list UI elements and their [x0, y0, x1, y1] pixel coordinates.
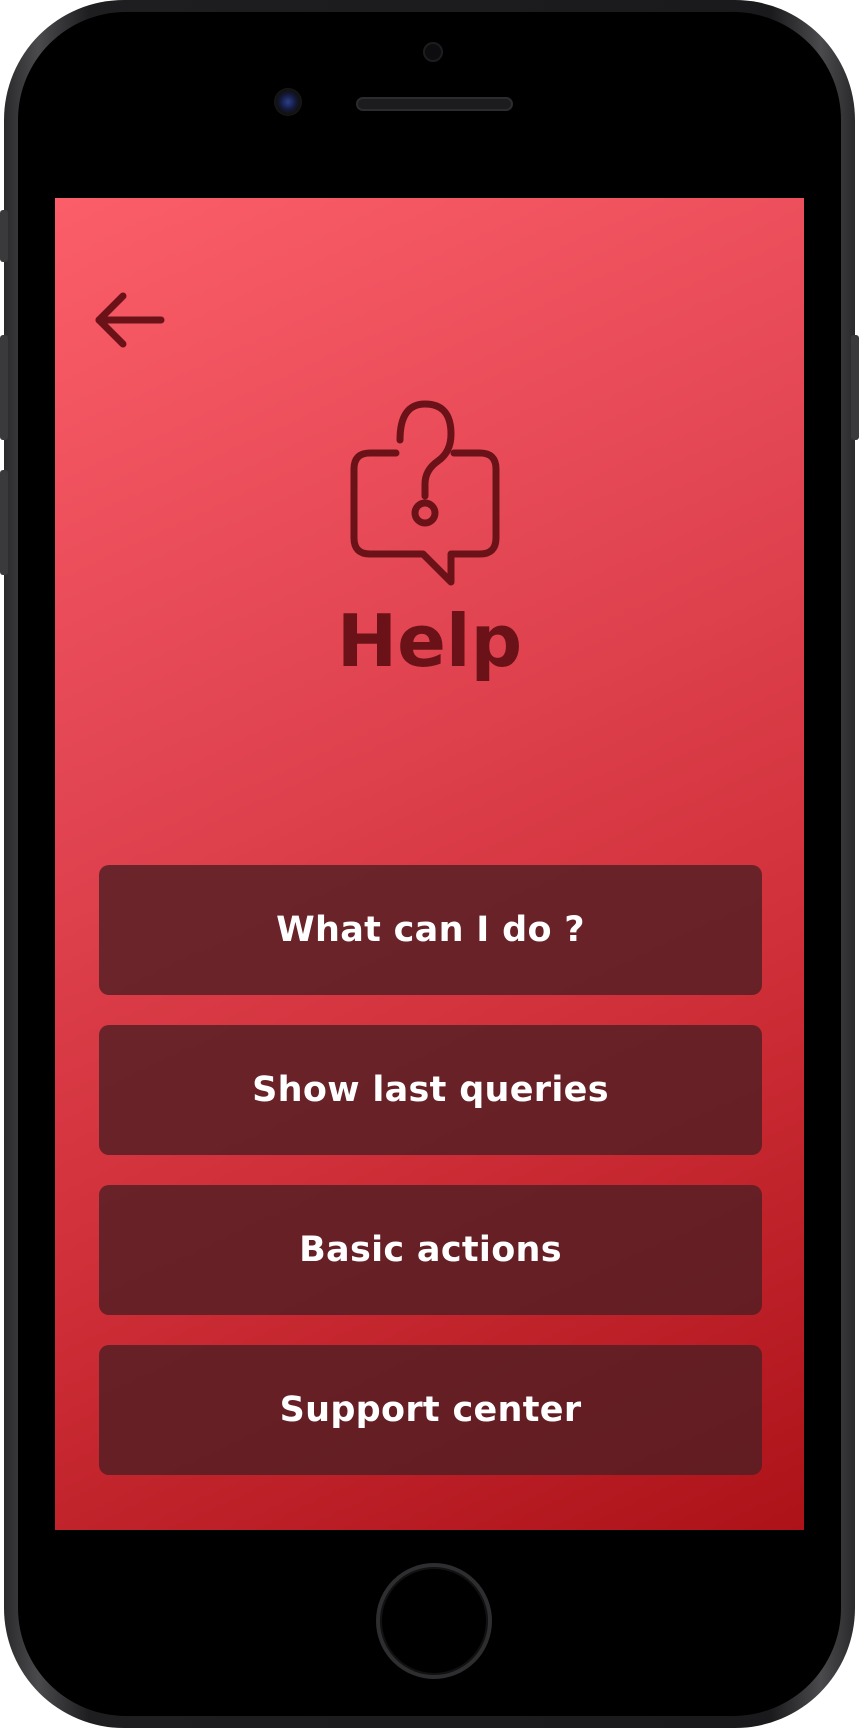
silent-switch — [0, 210, 8, 262]
question-bubble-icon — [350, 398, 500, 588]
back-button[interactable] — [93, 290, 169, 350]
page-title: Help — [336, 599, 523, 683]
support-center-button[interactable]: Support center — [99, 1345, 762, 1475]
basic-actions-button[interactable]: Basic actions — [99, 1185, 762, 1315]
arrow-left-icon — [93, 290, 169, 350]
what-can-i-do-button[interactable]: What can I do ? — [99, 865, 762, 995]
volume-down-button — [0, 470, 8, 575]
home-button[interactable] — [376, 1563, 492, 1679]
power-button — [851, 335, 859, 440]
earpiece-speaker — [356, 97, 513, 111]
show-last-queries-button[interactable]: Show last queries — [99, 1025, 762, 1155]
front-camera — [274, 88, 302, 116]
help-menu: What can I do ? Show last queries Basic … — [99, 865, 762, 1505]
proximity-sensor — [423, 42, 443, 62]
app-screen: Help What can I do ? Show last queries B… — [55, 198, 804, 1530]
volume-up-button — [0, 335, 8, 440]
